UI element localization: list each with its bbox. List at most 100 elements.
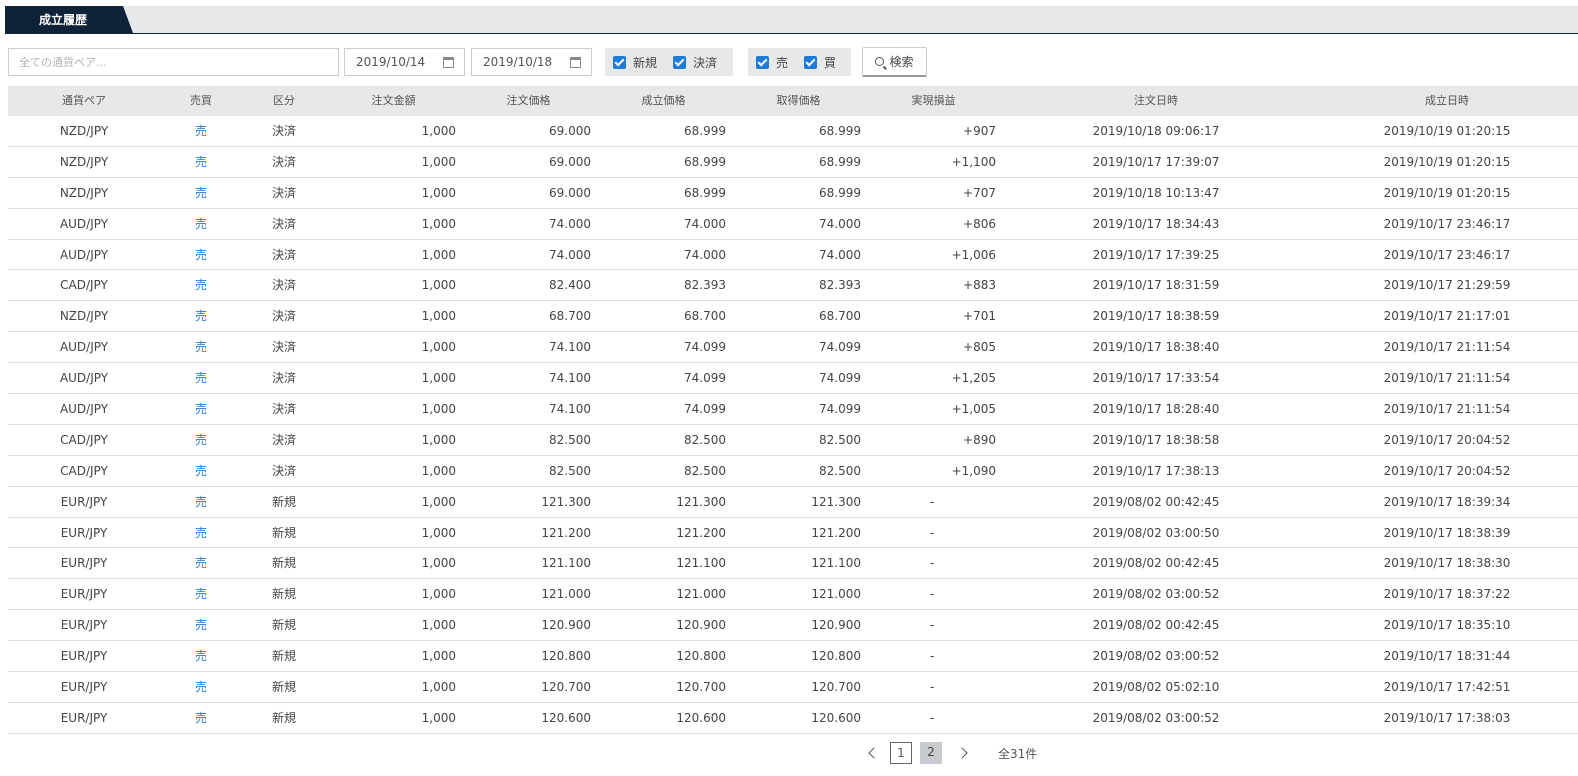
header-amount[interactable]: 注文金額 xyxy=(326,86,461,116)
checkbox-checked-icon[interactable] xyxy=(613,55,626,69)
header-pair[interactable]: 通貨ペア xyxy=(8,86,160,116)
date-from-picker[interactable]: 2019/10/14 xyxy=(344,48,465,76)
buy-checkbox-label: 買 xyxy=(824,55,837,70)
page-button-2[interactable]: 2 xyxy=(920,742,942,764)
cell-realized-pl: +707 xyxy=(963,185,996,200)
date-to-picker[interactable]: 2019/10/18 xyxy=(471,48,592,76)
cell-kind: 決済 xyxy=(271,309,296,324)
table-row[interactable]: EUR/JPY 売 新規 1,000 120.800 120.800 120.800 - 201… xyxy=(8,641,1578,673)
cell-amount: 1,000 xyxy=(421,525,456,540)
table-header: 通貨ペア 売買 区分 注文金額 注文価格 成立価格 取得価格 実現損益 注文日時… xyxy=(8,86,1578,116)
calendar-icon[interactable] xyxy=(443,57,454,68)
header-fill-price[interactable]: 成立価格 xyxy=(596,86,731,116)
cell-fill-time: 2019/10/17 23:46:17 xyxy=(1383,216,1511,231)
table-row[interactable]: AUD/JPY 売 決済 1,000 74.000 74.000 74.000 +1,006 2… xyxy=(8,240,1578,271)
cell-order-time: 2019/10/17 18:28:40 xyxy=(1092,402,1220,417)
cell-acq-price: 74.099 xyxy=(819,371,861,386)
cell-fill-time: 2019/10/17 20:04:52 xyxy=(1383,463,1511,478)
cell-fill-time: 2019/10/17 20:04:52 xyxy=(1383,432,1511,447)
cell-realized-pl: +1,205 xyxy=(951,371,996,386)
checkbox-checked-icon[interactable] xyxy=(756,55,769,69)
cell-pair: AUD/JPY xyxy=(59,247,109,262)
cell-side: 売 xyxy=(194,587,207,602)
cell-order-price: 74.000 xyxy=(549,216,591,231)
table-row[interactable]: NZD/JPY 売 決済 1,000 69.000 68.999 68.999 +1,100 2… xyxy=(8,147,1578,178)
cell-order-time: 2019/08/02 00:42:45 xyxy=(1092,494,1220,509)
cell-amount: 1,000 xyxy=(421,278,456,293)
checkbox-checked-icon[interactable] xyxy=(673,55,686,69)
table-row[interactable]: EUR/JPY 売 新規 1,000 120.900 120.900 120.900 - 201… xyxy=(8,610,1578,642)
table-row[interactable]: EUR/JPY 売 新規 1,000 121.300 121.300 121.300 - 201… xyxy=(8,487,1578,518)
cell-realized-pl: +883 xyxy=(963,278,996,293)
cell-order-time: 2019/10/17 18:38:58 xyxy=(1092,432,1220,447)
table-row[interactable]: NZD/JPY 売 決済 1,000 69.000 68.999 68.999 +707 201… xyxy=(8,178,1578,209)
cell-fill-price: 74.000 xyxy=(684,247,726,262)
cell-fill-price: 121.000 xyxy=(676,587,726,602)
cell-fill-price: 82.500 xyxy=(684,432,726,447)
side-filter-group: 売 買 xyxy=(748,48,851,76)
checkbox-checked-icon[interactable] xyxy=(804,55,818,69)
cell-amount: 1,000 xyxy=(421,309,456,324)
header-side[interactable]: 売買 xyxy=(160,86,242,116)
page-button-1[interactable]: 1 xyxy=(890,742,912,764)
cell-fill-price: 74.099 xyxy=(684,340,726,355)
table-row[interactable]: EUR/JPY 売 新規 1,000 121.000 121.000 121.000 - 201… xyxy=(8,579,1578,611)
cell-pair: NZD/JPY xyxy=(59,154,109,169)
settle-checkbox[interactable]: 決済 xyxy=(673,54,717,71)
currency-pair-input[interactable] xyxy=(8,48,339,76)
search-button[interactable]: 検索 xyxy=(862,47,927,77)
table-row[interactable]: EUR/JPY 売 新規 1,000 120.700 120.700 120.700 - 201… xyxy=(8,672,1578,703)
table-row[interactable]: AUD/JPY 売 決済 1,000 74.100 74.099 74.099 +805 201… xyxy=(8,332,1578,364)
cell-kind: 新規 xyxy=(271,556,296,571)
header-acq-price[interactable]: 取得価格 xyxy=(731,86,866,116)
cell-fill-time: 2019/10/17 21:11:54 xyxy=(1383,371,1511,386)
table-row[interactable]: AUD/JPY 売 決済 1,000 74.100 74.099 74.099 +1,005 2… xyxy=(8,394,1578,425)
new-checkbox[interactable]: 新規 xyxy=(613,54,657,71)
cell-kind: 新規 xyxy=(271,680,296,695)
tab-label: 成立履歴 xyxy=(39,13,88,27)
table-row[interactable]: AUD/JPY 売 決済 1,000 74.100 74.099 74.099 +1,205 2… xyxy=(8,363,1578,395)
table-row[interactable]: EUR/JPY 売 新規 1,000 121.200 121.200 121.200 - 201… xyxy=(8,518,1578,549)
table-row[interactable]: AUD/JPY 売 決済 1,000 74.000 74.000 74.000 +806 201… xyxy=(8,209,1578,240)
cell-pair: AUD/JPY xyxy=(59,371,109,386)
cell-acq-price: 121.100 xyxy=(811,556,861,571)
sell-checkbox[interactable]: 売 xyxy=(756,54,788,71)
cell-order-price: 69.000 xyxy=(549,124,591,138)
cell-side: 売 xyxy=(194,402,207,417)
header-kind[interactable]: 区分 xyxy=(242,86,326,116)
tab-execution-history[interactable]: 成立履歴 xyxy=(5,6,133,33)
cell-amount: 1,000 xyxy=(421,710,456,725)
table-row[interactable]: CAD/JPY 売 決済 1,000 82.400 82.393 82.393 +883 201… xyxy=(8,270,1578,302)
cell-amount: 1,000 xyxy=(421,494,456,509)
header-order-time[interactable]: 注文日時 xyxy=(996,86,1316,116)
buy-checkbox[interactable]: 買 xyxy=(804,54,836,71)
cell-acq-price: 68.999 xyxy=(819,124,861,138)
cell-fill-time: 2019/10/17 21:11:54 xyxy=(1383,340,1511,355)
cell-kind: 決済 xyxy=(271,340,296,355)
cell-acq-price: 74.099 xyxy=(819,402,861,417)
cell-pair: EUR/JPY xyxy=(60,710,108,725)
table-row[interactable]: NZD/JPY 売 決済 1,000 68.700 68.700 68.700 +701 201… xyxy=(8,301,1578,333)
cell-kind: 決済 xyxy=(271,185,296,200)
cell-amount: 1,000 xyxy=(421,154,456,169)
table-row[interactable]: EUR/JPY 売 新規 1,000 120.600 120.600 120.600 - 201… xyxy=(8,703,1578,734)
header-fill-time[interactable]: 成立日時 xyxy=(1316,86,1578,116)
cell-order-price: 121.100 xyxy=(541,556,591,571)
calendar-icon[interactable] xyxy=(570,57,581,68)
header-realized-pl[interactable]: 実現損益 xyxy=(866,86,1001,116)
header-order-price[interactable]: 注文価格 xyxy=(461,86,596,116)
cell-fill-time: 2019/10/17 18:39:34 xyxy=(1383,494,1511,509)
cell-fill-time: 2019/10/17 18:38:30 xyxy=(1383,556,1511,571)
cell-order-price: 74.100 xyxy=(549,340,591,355)
table-row[interactable]: NZD/JPY 売 決済 1,000 69.000 68.999 68.999 +907 201… xyxy=(8,116,1578,147)
prev-page-icon[interactable] xyxy=(868,747,880,759)
table-row[interactable]: CAD/JPY 売 決済 1,000 82.500 82.500 82.500 +1,090 2… xyxy=(8,456,1578,487)
cell-order-time: 2019/10/18 09:06:17 xyxy=(1092,124,1220,138)
cell-acq-price: 121.000 xyxy=(811,587,861,602)
table-row[interactable]: EUR/JPY 売 新規 1,000 121.100 121.100 121.100 - 201… xyxy=(8,548,1578,580)
cell-fill-price: 68.999 xyxy=(684,154,726,169)
table-row[interactable]: CAD/JPY 売 決済 1,000 82.500 82.500 82.500 +890 201… xyxy=(8,425,1578,456)
cell-acq-price: 74.000 xyxy=(819,216,861,231)
next-page-icon[interactable] xyxy=(956,747,968,759)
cell-realized-pl: +1,005 xyxy=(951,402,996,417)
